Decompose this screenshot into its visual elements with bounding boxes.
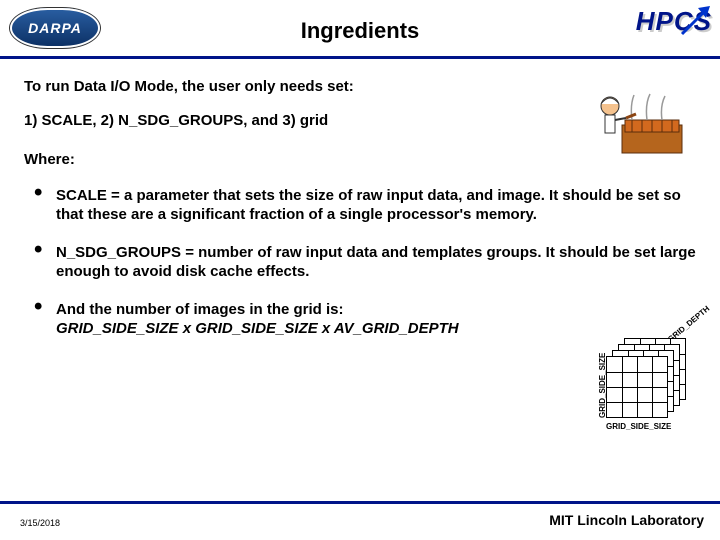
darpa-logo-text: DARPA: [28, 20, 82, 36]
footer-divider: [0, 501, 720, 504]
grid-x-label: GRID_SIDE_SIZE: [606, 422, 671, 470]
arrow-icon: [680, 6, 710, 36]
scale-head: SCALE: [56, 187, 107, 204]
bullet-nsdg: N_SDG_GROUPS = number of raw input data …: [34, 243, 696, 282]
grid-y-label: GRID_SIDE_SIZE: [598, 353, 607, 418]
footer-date: 3/15/2018: [20, 518, 60, 528]
nsdg-head: N_SDG_GROUPS: [56, 244, 181, 261]
cooking-illustration: [592, 70, 692, 160]
header: DARPA Ingredients HPCS: [0, 0, 720, 59]
grid-diagram: AV_GRID_DEPTH GRID_SIDE_SIZE GRID_SIDE_S…: [570, 318, 700, 458]
bullet-list: SCALE = a parameter that sets the size o…: [34, 186, 696, 339]
bullet-scale: SCALE = a parameter that sets the size o…: [34, 186, 696, 225]
footer-lab: MIT Lincoln Laboratory: [549, 512, 704, 528]
slide-title: Ingredients: [0, 0, 720, 44]
scale-body: = a parameter that sets the size of raw …: [56, 187, 681, 224]
slide: DARPA Ingredients HPCS To run Data I/O M…: [0, 0, 720, 540]
darpa-logo: DARPA: [10, 8, 100, 48]
hpcs-logo: HPCS: [636, 6, 712, 37]
grid-intro: And the number of images in the grid is:: [56, 301, 344, 318]
grid-formula: GRID_SIDE_SIZE x GRID_SIDE_SIZE x AV_GRI…: [56, 320, 459, 337]
